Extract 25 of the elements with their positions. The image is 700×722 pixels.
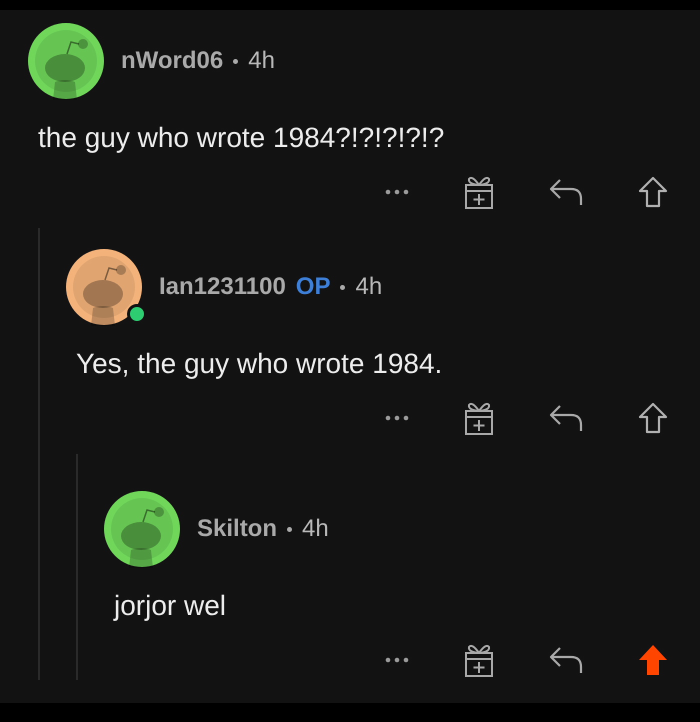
separator-dot: [340, 284, 346, 290]
more-options-icon[interactable]: [385, 189, 409, 195]
comment-time: 4h: [355, 273, 382, 301]
more-options-icon[interactable]: [385, 657, 409, 663]
gift-icon[interactable]: [464, 400, 494, 436]
comment-text: Yes, the guy who wrote 1984.: [76, 348, 444, 380]
more-options-icon[interactable]: [385, 415, 409, 421]
separator-dot: [287, 526, 292, 532]
comment-time: 4h: [302, 515, 329, 543]
comment-text: jorjor wel: [114, 590, 228, 622]
username[interactable]: Ian1231100: [159, 273, 286, 301]
reply-icon[interactable]: [549, 645, 583, 675]
upvote-icon[interactable]: [638, 176, 668, 208]
comment-time: 4h: [248, 47, 275, 75]
gift-icon[interactable]: [464, 174, 494, 210]
username[interactable]: nWord06: [121, 47, 224, 75]
username[interactable]: Skilton: [197, 515, 278, 543]
reply-icon[interactable]: [549, 177, 583, 207]
upvote-icon[interactable]: [638, 402, 668, 434]
comment-text: the guy who wrote 1984?!?!?!?!?: [38, 122, 446, 154]
gift-icon[interactable]: [464, 642, 494, 678]
separator-dot: [233, 58, 238, 64]
upvote-icon[interactable]: [638, 644, 668, 676]
reply-icon[interactable]: [549, 403, 583, 433]
op-tag: OP: [296, 273, 330, 301]
